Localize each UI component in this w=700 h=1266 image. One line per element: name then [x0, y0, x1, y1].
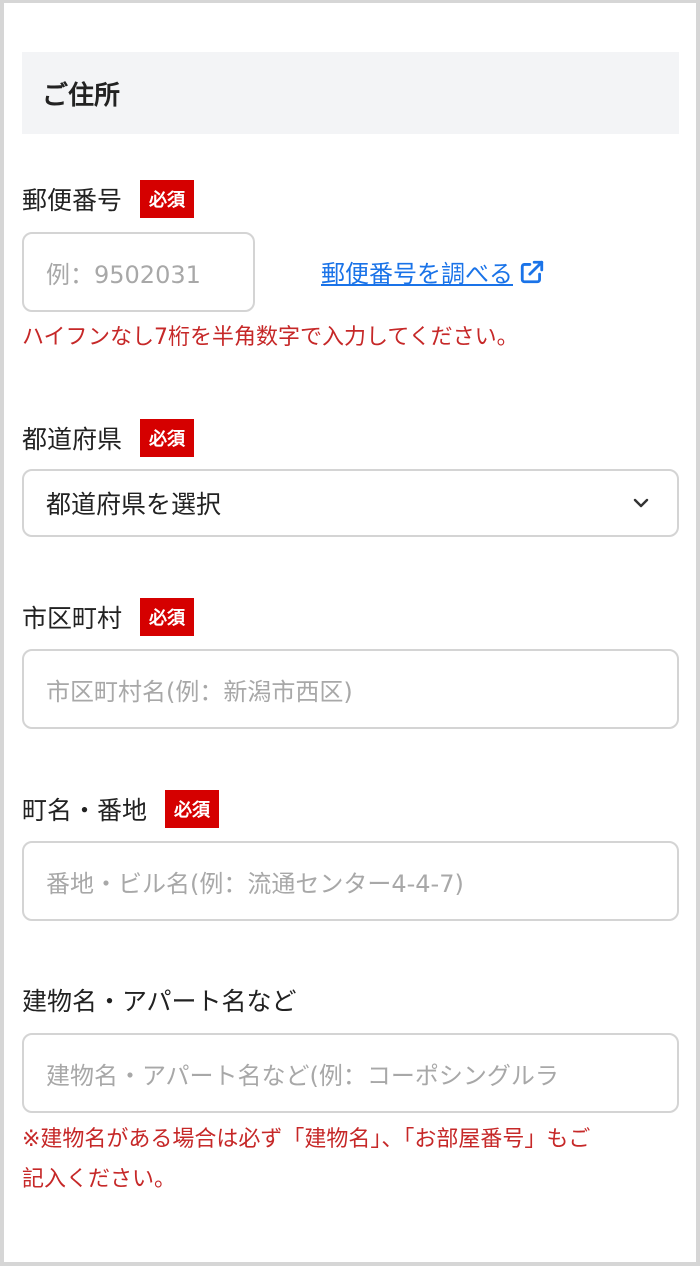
city-placeholder: 市区町村名(例：新潟市西区): [46, 677, 353, 706]
section-title: ご住所: [42, 80, 121, 111]
building-note: ※建物名がある場合は必ず「建物名」、「お部屋番号」もご 記入ください。: [22, 1120, 682, 1200]
postal-code-placeholder: 例：9502031: [46, 260, 201, 289]
postal-lookup-link[interactable]: 郵便番号を調べる: [321, 254, 545, 289]
prefecture-label-row: 都道府県 必須: [22, 419, 195, 457]
street-placeholder: 番地・ビル名(例：流通センター4-4-7): [46, 869, 464, 898]
city-label: 市区町村: [22, 604, 123, 633]
postal-code-input[interactable]: 例：9502031: [22, 232, 255, 312]
prefecture-selected-value: 都道府県を選択: [46, 490, 222, 519]
postal-code-note: ハイフンなし7桁を半角数字で入力してください。: [22, 325, 519, 350]
postal-lookup-link-label: 郵便番号を調べる: [321, 260, 513, 288]
postal-code-label-row: 郵便番号 必須: [22, 180, 195, 218]
section-header: ご住所: [22, 52, 679, 134]
city-input[interactable]: 市区町村名(例：新潟市西区): [22, 649, 679, 729]
street-input[interactable]: 番地・ビル名(例：流通センター4-4-7): [22, 841, 679, 921]
street-label-row: 町名・番地 必須: [22, 790, 220, 828]
required-badge: 必須: [140, 180, 195, 218]
chevron-down-icon: [633, 498, 649, 508]
postal-code-label: 郵便番号: [22, 186, 123, 215]
building-placeholder: 建物名・アパート名など(例：コーポシングルラ: [46, 1061, 559, 1090]
required-badge: 必須: [140, 598, 195, 636]
required-badge: 必須: [140, 419, 195, 457]
street-label: 町名・番地: [22, 796, 148, 825]
building-label-row: 建物名・アパート名など: [22, 982, 297, 1018]
building-note-line1: ※建物名がある場合は必ず「建物名」、「お部屋番号」もご: [22, 1127, 591, 1152]
external-link-icon: [520, 260, 544, 283]
building-input[interactable]: 建物名・アパート名など(例：コーポシングルラ: [22, 1033, 679, 1113]
city-label-row: 市区町村 必須: [22, 598, 195, 636]
prefecture-label: 都道府県: [22, 425, 123, 454]
building-label: 建物名・アパート名など: [22, 987, 297, 1016]
required-badge: 必須: [165, 790, 220, 828]
prefecture-select[interactable]: 都道府県を選択: [22, 469, 679, 537]
building-note-line2: 記入ください。: [22, 1167, 177, 1192]
